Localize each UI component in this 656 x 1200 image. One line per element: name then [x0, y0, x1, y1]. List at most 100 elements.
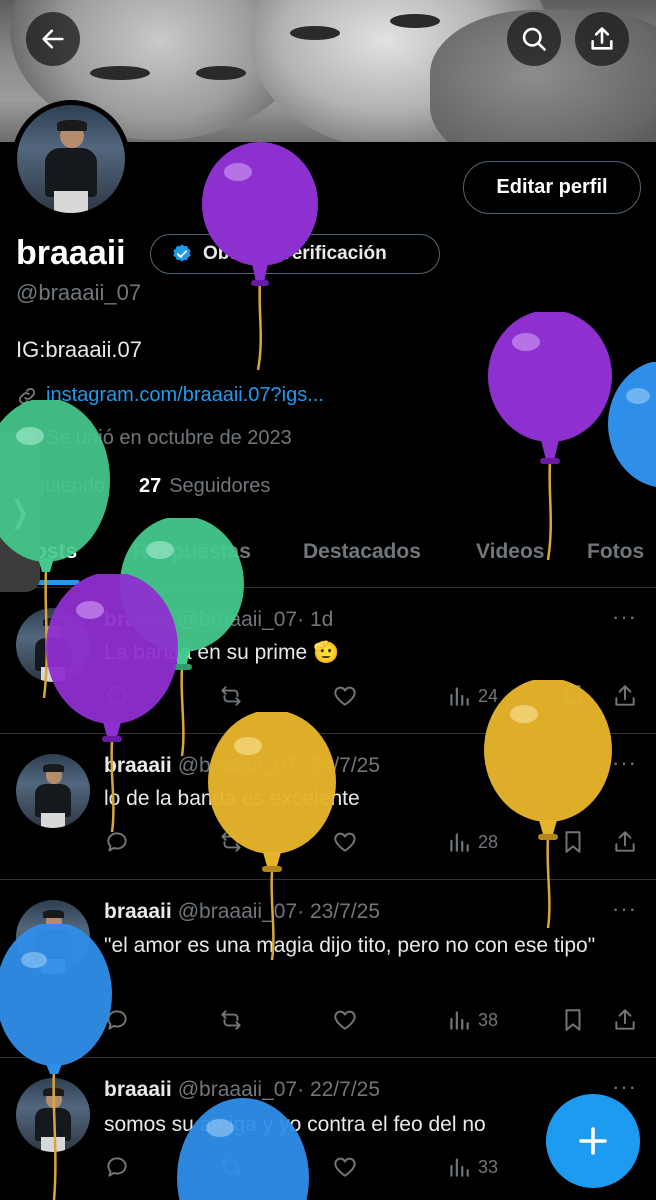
bar-chart-icon	[450, 1011, 469, 1030]
reply-button[interactable]	[104, 1007, 130, 1033]
views-count: 33	[478, 1156, 499, 1177]
tab-replies[interactable]: Respuestas	[133, 540, 251, 564]
tab-highlights[interactable]: Destacados	[303, 540, 421, 564]
reply-icon	[107, 1157, 127, 1177]
reply-button[interactable]	[104, 829, 130, 855]
views-count: 28	[478, 831, 499, 852]
compose-button[interactable]	[546, 1094, 640, 1188]
tweet-author-name[interactable]: braaaii	[104, 1078, 172, 1101]
bookmark-button[interactable]	[560, 1007, 586, 1033]
tweet-avatar[interactable]	[16, 608, 90, 682]
tweet-item[interactable]: braaaii @braaaii_07· 1d ··· La banda en s…	[0, 588, 656, 734]
like-button[interactable]	[332, 829, 358, 855]
banner-eye	[290, 26, 340, 40]
tweet-header: braaaii @braaaii_07· 22/7/25	[104, 1078, 380, 1102]
tweet-avatar[interactable]	[16, 1078, 90, 1152]
share-icon	[591, 27, 613, 50]
repost-button[interactable]	[218, 683, 244, 709]
search-icon	[522, 27, 546, 51]
profile-bio: IG:braaaii.07	[16, 337, 142, 362]
tweet-author-name[interactable]: braaaii	[104, 900, 172, 923]
bar-chart-icon	[450, 687, 469, 706]
tweet-text: La banda en su prime 🫡	[104, 641, 340, 664]
tweet-author-name[interactable]: braaaii	[104, 608, 172, 631]
plus-icon	[579, 1127, 607, 1155]
share-profile-button[interactable]	[575, 12, 629, 66]
profile-avatar[interactable]	[12, 100, 130, 218]
banner-eye	[90, 66, 150, 80]
repost-button[interactable]	[218, 1154, 244, 1180]
search-button[interactable]	[507, 12, 561, 66]
get-verified-button[interactable]: Obtener verificación	[150, 234, 440, 274]
bar-chart-icon	[450, 833, 469, 852]
tweet-header: braaaii @braaaii_07· 24/7/25	[104, 754, 380, 778]
back-button[interactable]	[26, 12, 80, 66]
heart-icon	[334, 686, 356, 706]
verified-badge-icon	[173, 244, 191, 262]
views-count: 38	[478, 1009, 499, 1030]
tweet-author-handle[interactable]: @braaaii_07	[178, 754, 297, 777]
views-button[interactable]: 33	[446, 1154, 498, 1180]
balloon-purple-icon	[488, 312, 612, 561]
reply-icon	[107, 686, 127, 706]
tweet-author-name[interactable]: braaaii	[104, 754, 172, 777]
tweet-item[interactable]: braaaii @braaaii_07· 23/7/25 ··· "el amor…	[0, 880, 656, 1058]
profile-link[interactable]: instagram.com/braaaii.07?igs...	[16, 384, 324, 407]
tweet-author-handle[interactable]: @braaaii_07	[178, 608, 297, 631]
tweet-header: braaaii @braaaii_07· 23/7/25	[104, 900, 380, 924]
profile-link-text[interactable]: instagram.com/braaaii.07?igs...	[46, 384, 324, 407]
views-button[interactable]: 28	[446, 829, 498, 855]
bookmark-button[interactable]	[560, 829, 586, 855]
more-options-icon[interactable]: ···	[612, 896, 637, 922]
tweet-avatar[interactable]	[16, 754, 90, 828]
views-count: 24	[478, 685, 499, 706]
tweet-actions: 38	[104, 1007, 644, 1037]
tweet-header: braaaii @braaaii_07· 1d	[104, 608, 333, 632]
bookmark-button[interactable]	[560, 683, 586, 709]
share-icon	[615, 831, 635, 852]
reply-icon	[107, 832, 127, 852]
tab-videos[interactable]: Videos	[476, 540, 544, 564]
repost-icon	[221, 832, 241, 852]
side-drawer-handle[interactable]: ❭	[0, 432, 40, 592]
followers-label[interactable]: Seguidores	[169, 475, 270, 498]
more-options-icon[interactable]: ···	[612, 750, 637, 776]
reply-icon	[107, 1010, 127, 1030]
balloon-blue-icon	[608, 362, 656, 488]
edit-profile-button[interactable]: Editar perfil	[463, 161, 641, 214]
banner-eye	[390, 14, 440, 28]
joined-text: Se unió en octubre de 2023	[46, 427, 292, 449]
tab-photos[interactable]: Fotos	[587, 540, 644, 564]
bookmark-icon	[565, 831, 581, 853]
tweet-time: · 22/7/25	[297, 1078, 381, 1101]
like-button[interactable]	[332, 1007, 358, 1033]
repost-icon	[221, 1157, 241, 1177]
views-button[interactable]: 24	[446, 683, 498, 709]
heart-icon	[334, 832, 356, 852]
share-button[interactable]	[612, 1007, 638, 1033]
share-button[interactable]	[612, 683, 638, 709]
followers-count[interactable]: 27	[139, 475, 161, 498]
arrow-left-icon	[42, 29, 64, 49]
like-button[interactable]	[332, 683, 358, 709]
views-button[interactable]: 38	[446, 1007, 498, 1033]
repost-button[interactable]	[218, 1007, 244, 1033]
tweet-author-handle[interactable]: @braaaii_07	[178, 900, 297, 923]
link-icon	[18, 387, 36, 404]
heart-icon	[334, 1157, 356, 1177]
banner-eye	[196, 66, 246, 80]
share-button[interactable]	[612, 829, 638, 855]
tweet-item[interactable]: braaaii @braaaii_07· 24/7/25 ··· lo de la…	[0, 734, 656, 880]
tweet-text: "el amor es una magia dijo tito, pero no…	[104, 934, 596, 957]
reply-button[interactable]	[104, 683, 130, 709]
tweet-text: lo de la banda es excelente	[104, 787, 360, 810]
tweet-avatar[interactable]	[16, 900, 90, 974]
more-options-icon[interactable]: ···	[612, 1074, 637, 1100]
more-options-icon[interactable]: ···	[612, 604, 637, 630]
share-icon	[615, 685, 635, 706]
bar-chart-icon	[450, 1158, 469, 1177]
tweet-author-handle[interactable]: @braaaii_07	[178, 1078, 297, 1101]
like-button[interactable]	[332, 1154, 358, 1180]
reply-button[interactable]	[104, 1154, 130, 1180]
repost-button[interactable]	[218, 829, 244, 855]
